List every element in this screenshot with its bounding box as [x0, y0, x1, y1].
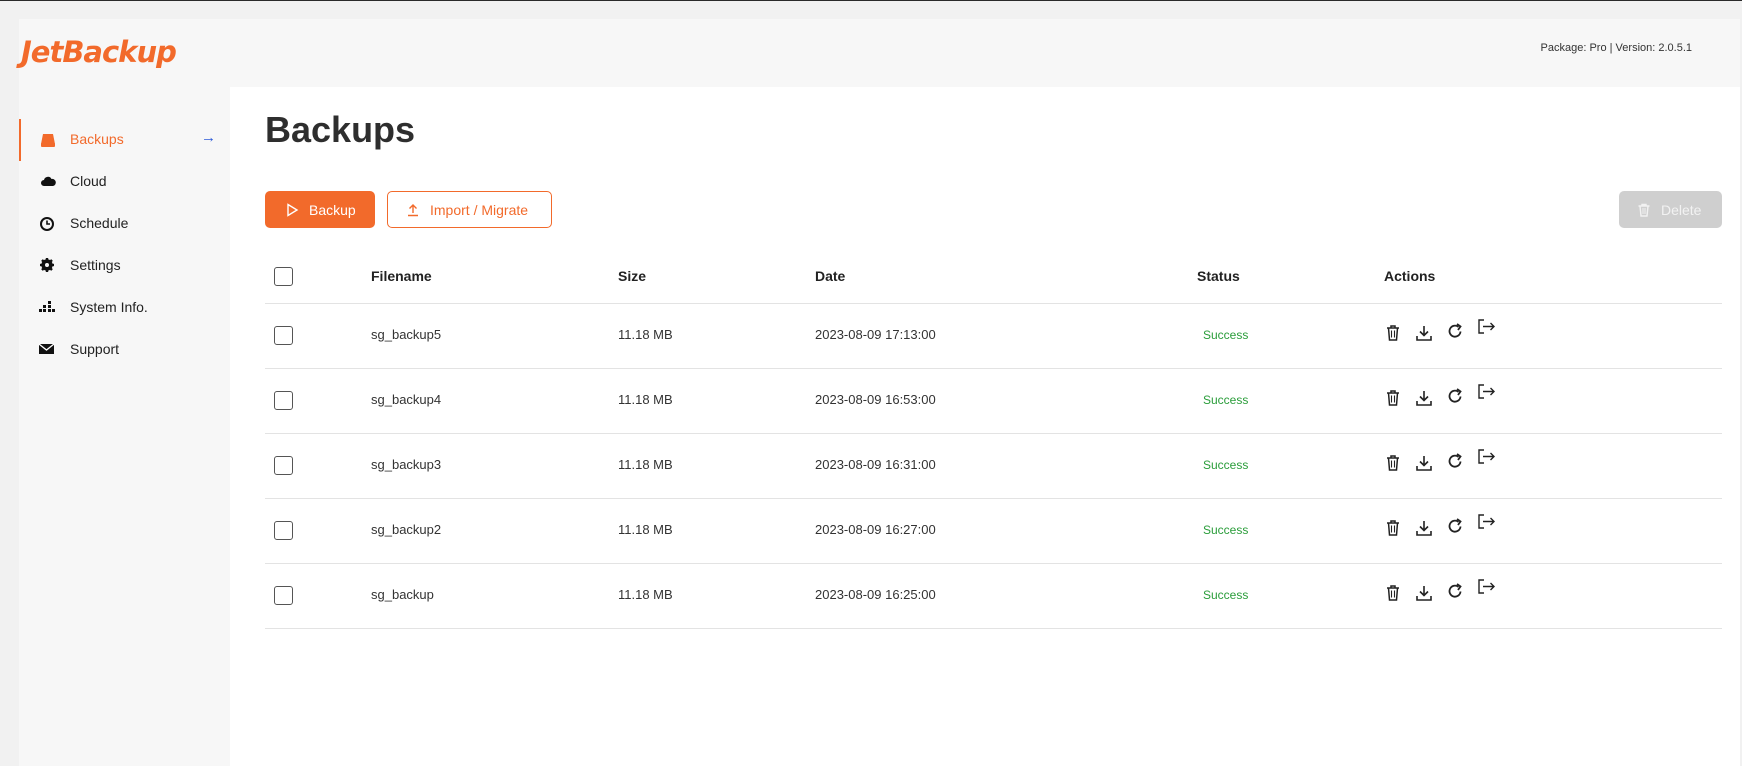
restore-icon[interactable] [1445, 321, 1465, 341]
app-window: JetBackup Package: Pro | Version: 2.0.5.… [19, 19, 1740, 766]
header: JetBackup Package: Pro | Version: 2.0.5.… [19, 19, 1740, 87]
delete-button-label: Delete [1661, 201, 1702, 218]
sidebar-item-support[interactable]: Support [19, 329, 230, 371]
cell-date: 2023-08-09 16:27:00 [815, 522, 936, 537]
table-row: sg_backup2 11.18 MB 2023-08-09 16:27:00 Suc… [265, 498, 1722, 564]
status-badge: Success [1203, 393, 1249, 407]
table-row: sg_backup3 11.18 MB 2023-08-09 16:31:00 Suc… [265, 433, 1722, 499]
cell-date: 2023-08-09 16:25:00 [815, 587, 936, 602]
sidebar-item-schedule[interactable]: Schedule [19, 203, 230, 245]
cell-filename: sg_backup [371, 587, 434, 602]
cell-date: 2023-08-09 16:31:00 [815, 457, 936, 472]
table-row: sg_backup4 11.18 MB 2023-08-09 16:53:00 Suc… [265, 368, 1722, 434]
backup-button-label: Backup [309, 201, 356, 218]
grid-icon [39, 299, 57, 317]
arrow-right-icon: → [201, 129, 216, 146]
cell-size: 11.18 MB [618, 522, 673, 537]
restore-icon[interactable] [1445, 581, 1465, 601]
trash-icon[interactable] [1383, 388, 1403, 408]
row-checkbox[interactable] [274, 326, 293, 345]
cell-size: 11.18 MB [618, 457, 673, 472]
delete-button[interactable]: Delete [1619, 191, 1722, 228]
status-badge: Success [1203, 328, 1249, 342]
cell-date: 2023-08-09 17:13:00 [815, 327, 936, 342]
cell-filename: sg_backup5 [371, 327, 442, 342]
column-header-actions: Actions [1384, 268, 1436, 284]
trash-icon[interactable] [1383, 453, 1403, 473]
row-checkbox[interactable] [274, 391, 293, 410]
sidebar-item-settings[interactable]: Settings [19, 245, 230, 287]
status-badge: Success [1203, 523, 1249, 537]
cell-filename: sg_backup2 [371, 522, 442, 537]
download-icon[interactable] [1414, 453, 1434, 473]
sidebar-item-label: Settings [70, 257, 121, 273]
trash-icon [1637, 203, 1651, 217]
sidebar-item-label: Support [70, 341, 120, 357]
sidebar: Backups → Cloud Schedule Settings System… [19, 87, 230, 766]
cell-size: 11.18 MB [618, 587, 673, 602]
sidebar-item-label: Cloud [70, 173, 107, 189]
export-icon[interactable] [1476, 447, 1496, 467]
cloud-icon [39, 173, 57, 191]
backup-button[interactable]: Backup [265, 191, 375, 228]
export-icon[interactable] [1476, 512, 1496, 532]
clock-icon [39, 215, 57, 233]
sidebar-item-label: Schedule [70, 215, 129, 231]
logo: JetBackup [21, 35, 177, 69]
download-icon[interactable] [1414, 583, 1434, 603]
page-title: Backups [265, 109, 416, 150]
status-badge: Success [1203, 458, 1249, 472]
column-header-size: Size [618, 268, 647, 284]
row-checkbox[interactable] [274, 586, 293, 605]
download-icon[interactable] [1414, 388, 1434, 408]
trash-icon[interactable] [1383, 323, 1403, 343]
download-icon[interactable] [1414, 323, 1434, 343]
trash-icon[interactable] [1383, 583, 1403, 603]
window-top-border [0, 0, 1742, 1]
package-info: Package: Pro | Version: 2.0.5.1 [1540, 42, 1692, 54]
column-header-status: Status [1197, 268, 1240, 284]
restore-icon[interactable] [1445, 386, 1465, 406]
trash-icon[interactable] [1383, 518, 1403, 538]
sidebar-item-label: Backups [70, 131, 124, 147]
cell-size: 11.18 MB [618, 392, 673, 407]
cell-date: 2023-08-09 16:53:00 [815, 392, 936, 407]
table-row: sg_backup 11.18 MB 2023-08-09 16:25:00 Succ… [265, 563, 1722, 629]
export-icon[interactable] [1476, 382, 1496, 402]
gear-icon [39, 257, 57, 275]
download-icon[interactable] [1414, 518, 1434, 538]
export-icon[interactable] [1476, 577, 1496, 597]
restore-icon[interactable] [1445, 451, 1465, 471]
select-all-checkbox[interactable] [274, 267, 293, 286]
cell-size: 11.18 MB [618, 327, 673, 342]
import-migrate-button[interactable]: Import / Migrate [387, 191, 552, 228]
envelope-icon [38, 341, 57, 359]
cell-filename: sg_backup3 [371, 457, 442, 472]
cell-filename: sg_backup4 [371, 392, 442, 407]
import-button-label: Import / Migrate [430, 201, 529, 218]
play-icon [285, 202, 299, 217]
table-header: Filename Size Date Status Actions [265, 247, 1722, 304]
table-row: sg_backup5 11.18 MB 2023-08-09 17:13:00 Suc… [265, 303, 1722, 369]
column-header-date: Date [815, 268, 846, 284]
export-icon[interactable] [1476, 317, 1496, 337]
status-badge: Success [1203, 588, 1249, 602]
sidebar-item-backups[interactable]: Backups → [19, 119, 232, 161]
restore-icon[interactable] [1445, 516, 1465, 536]
sidebar-item-system-info[interactable]: System Info. [19, 287, 230, 329]
sidebar-item-cloud[interactable]: Cloud [19, 161, 230, 203]
main-content: Backups Backup Import / Migrate Delete F… [230, 87, 1740, 766]
drive-icon [39, 131, 57, 149]
upload-icon [406, 203, 420, 217]
row-checkbox[interactable] [274, 521, 293, 540]
row-checkbox[interactable] [274, 456, 293, 475]
column-header-filename: Filename [371, 268, 432, 284]
sidebar-item-label: System Info. [70, 299, 148, 315]
